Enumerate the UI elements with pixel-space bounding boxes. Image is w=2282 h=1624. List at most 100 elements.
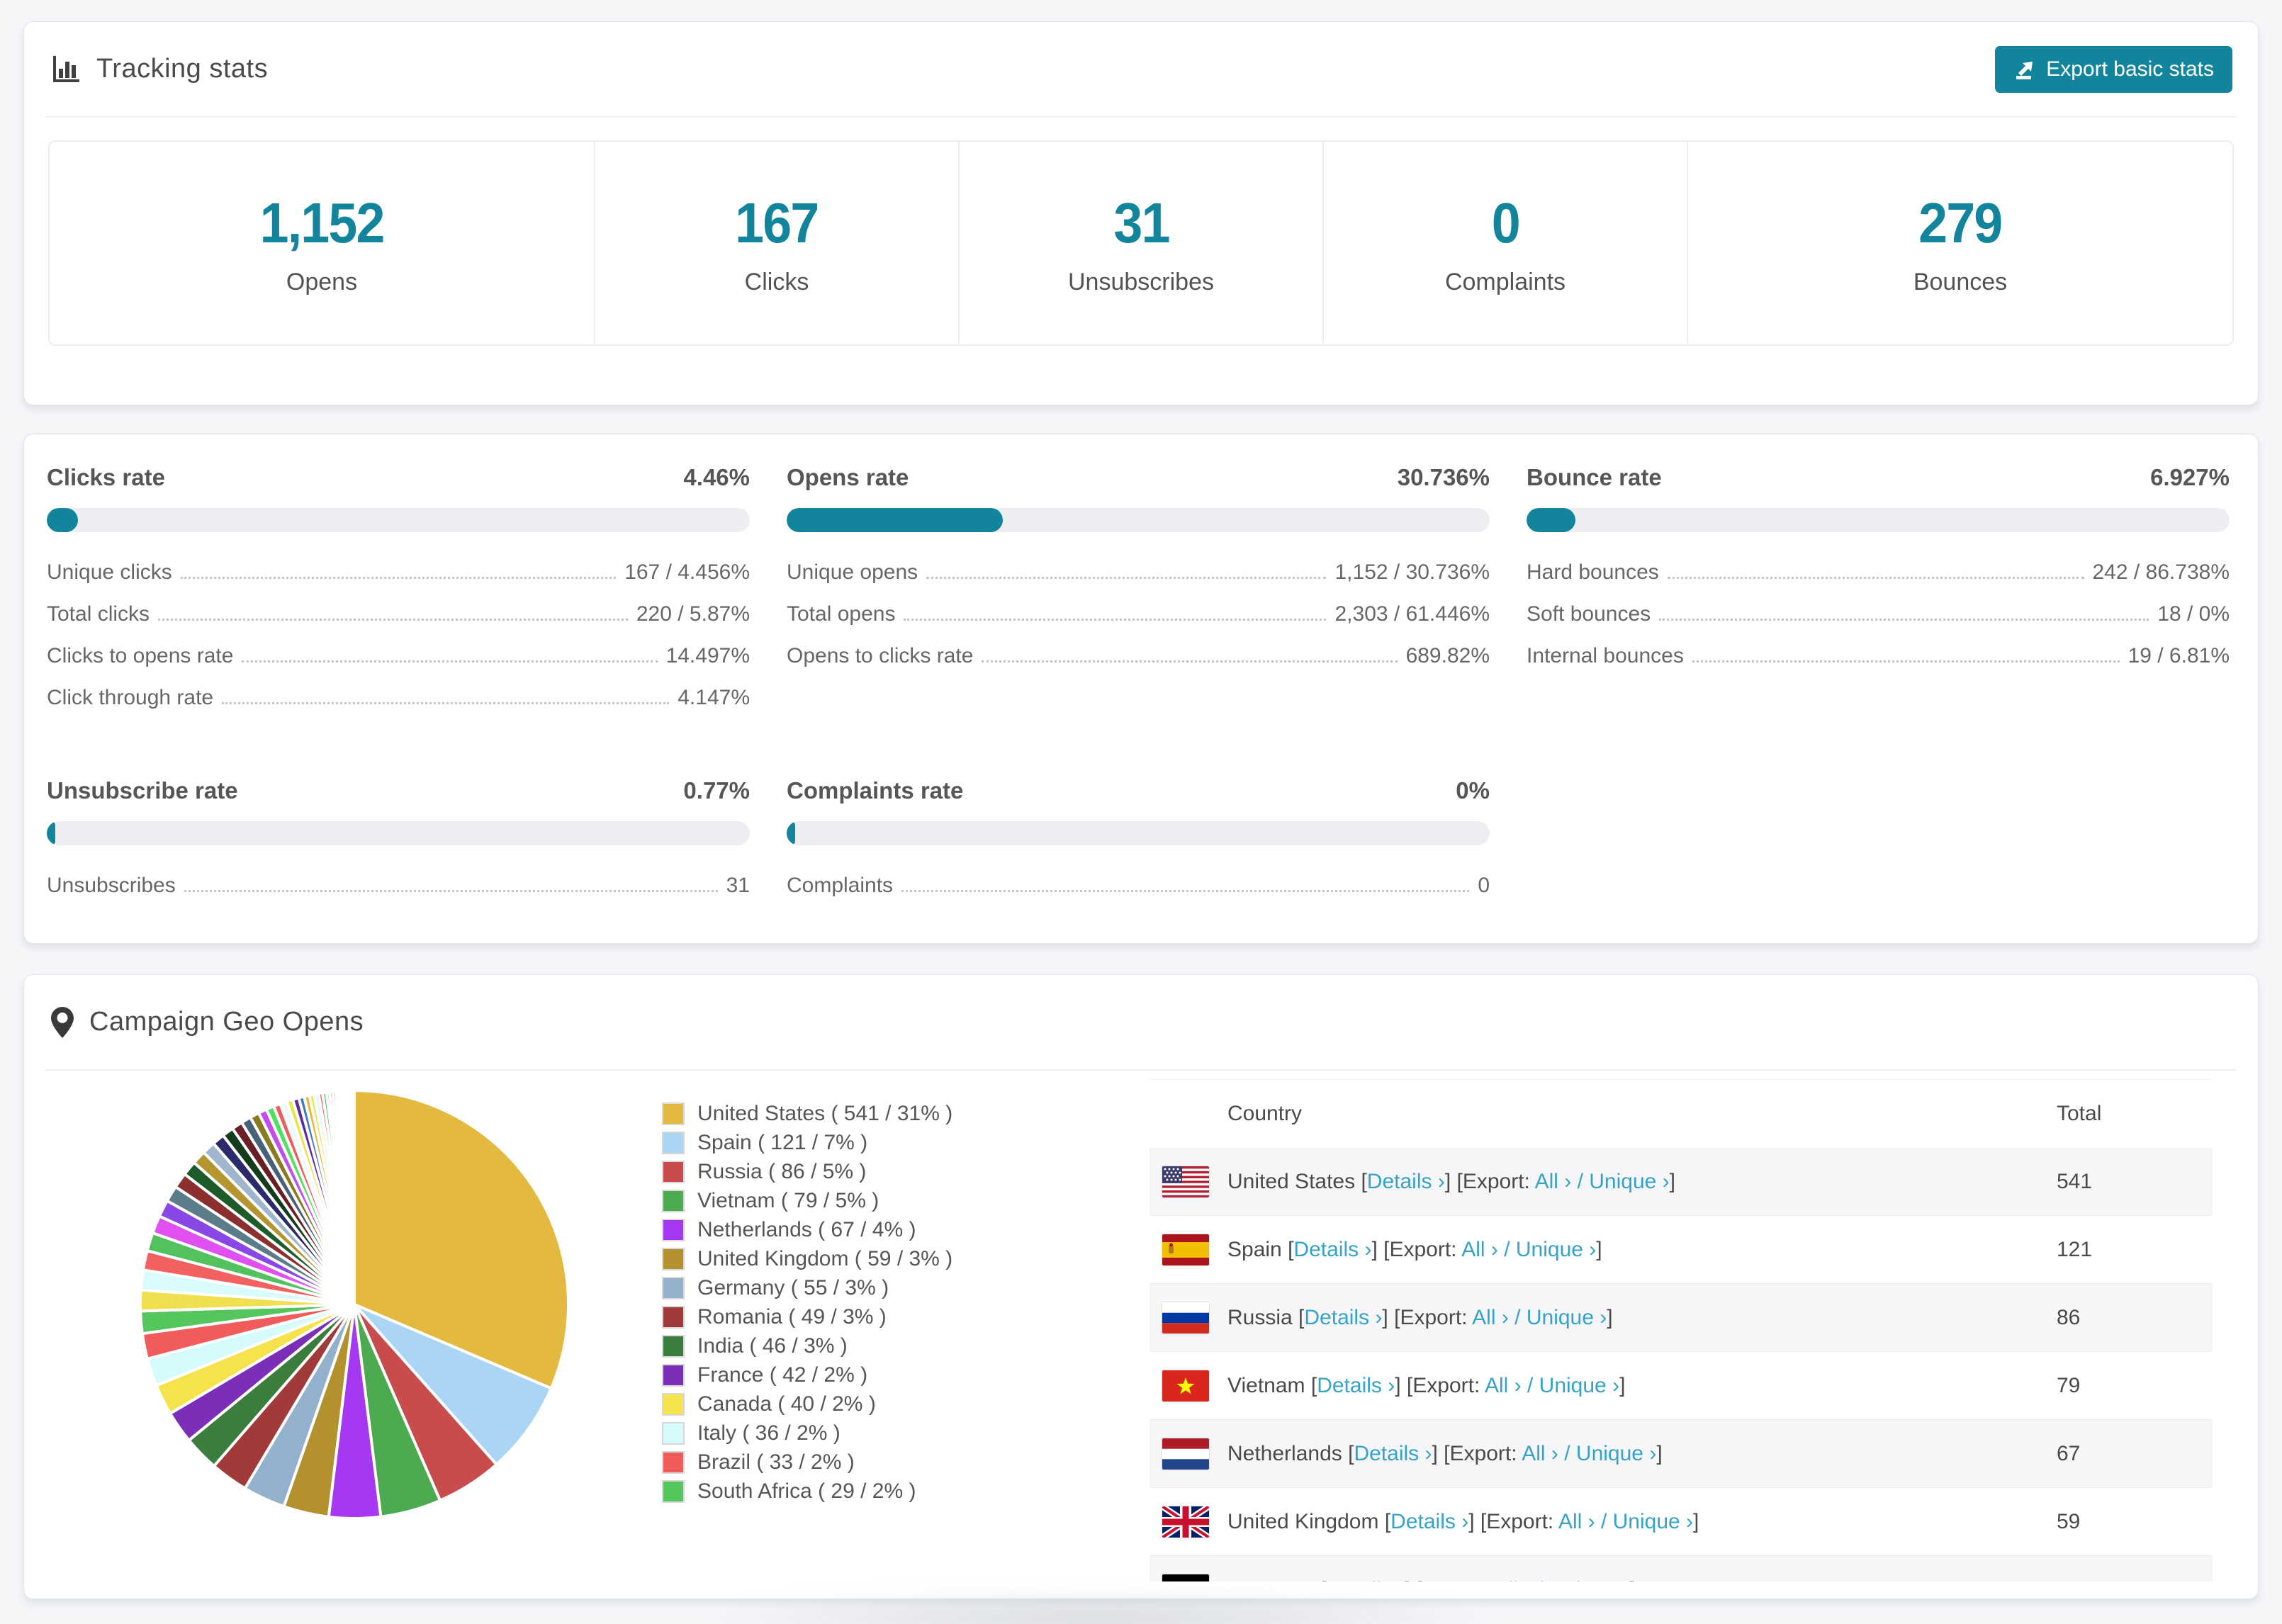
geo-table: Country Total United States [Details ›] …	[1150, 1079, 2213, 1581]
rate-value: 0.77%	[683, 777, 750, 803]
legend-label: United States ( 541 / 31% )	[697, 1101, 953, 1125]
legend-label: Netherlands ( 67 / 4% )	[697, 1217, 916, 1241]
rate-row: Clicks to opens rate 14.497%	[47, 644, 750, 667]
rate-block-opens-rate: Opens rate 30.736% Unique opens 1,152 / 30.…	[787, 464, 1490, 728]
rate-progress-fill	[787, 821, 795, 845]
rate-row-label: Opens to clicks rate	[787, 644, 974, 667]
rate-title: Clicks rate	[47, 464, 165, 490]
geo-card-header: Campaign Geo Opens	[45, 975, 2237, 1071]
export-unique-link[interactable]: Unique ›	[1549, 1578, 1629, 1582]
page-title: Tracking stats	[96, 54, 269, 84]
rate-block-bounce-rate: Bounce rate 6.927% Hard bounces 242 / 86.73…	[1527, 464, 2230, 728]
legend-item: United States ( 541 / 31% )	[662, 1099, 952, 1128]
rate-row: Internal bounces 19 / 6.81%	[1527, 644, 2230, 667]
legend-swatch	[662, 1305, 685, 1329]
us-flag-icon	[1162, 1166, 1209, 1197]
legend-item: Germany ( 55 / 3% )	[662, 1273, 952, 1302]
export-all-link[interactable]: All ›	[1472, 1306, 1509, 1329]
rate-row: Unique opens 1,152 / 30.736%	[787, 560, 1490, 584]
rate-rows: Unique clicks 167 / 4.456% Total clicks 220…	[47, 560, 750, 709]
details-link[interactable]: Details ›	[1390, 1510, 1468, 1533]
table-row-us: United States [Details ›] [Export: All ›…	[1150, 1148, 2213, 1216]
export-unique-link[interactable]: Unique ›	[1539, 1374, 1619, 1397]
export-prefix: [Export:	[1417, 1578, 1490, 1582]
dotted-leader	[1659, 617, 2149, 621]
export-basic-stats-button[interactable]: Export basic stats	[1995, 45, 2232, 93]
export-unique-link[interactable]: Unique ›	[1589, 1170, 1669, 1193]
rate-head: Unsubscribe rate 0.77%	[47, 777, 750, 804]
legend-item: Romania ( 49 / 3% )	[662, 1302, 952, 1331]
rate-row-label: Unique clicks	[47, 560, 172, 584]
legend-label: United Kingdom ( 59 / 3% )	[697, 1246, 953, 1270]
export-unique-link[interactable]: Unique ›	[1613, 1510, 1693, 1533]
rate-row-label: Unique opens	[787, 560, 918, 584]
geo-pie-chart	[136, 1086, 573, 1523]
total-cell: 55	[2057, 1578, 2080, 1582]
rate-progress-track	[787, 508, 1490, 532]
stat-label: Complaints	[1444, 268, 1566, 295]
stat-value: 279	[1918, 191, 2003, 254]
rate-row-value: 689.82%	[1405, 644, 1490, 667]
rate-value: 6.927%	[2150, 464, 2230, 490]
stat-value: 1,152	[259, 191, 385, 254]
export-all-link[interactable]: All ›	[1522, 1442, 1558, 1465]
rate-row: Total opens 2,303 / 61.446%	[787, 602, 1490, 626]
rate-row-value: 19 / 6.81%	[2128, 644, 2230, 667]
rate-rows: Complaints 0	[787, 874, 1490, 897]
legend-label: Spain ( 121 / 7% )	[697, 1130, 868, 1154]
rate-value: 4.46%	[683, 464, 750, 490]
details-link[interactable]: Details ›	[1367, 1170, 1445, 1193]
legend-swatch	[662, 1363, 685, 1387]
export-prefix: [Export:	[1394, 1305, 1468, 1329]
rate-row-label: Internal bounces	[1527, 644, 1684, 667]
legend-label: India ( 46 / 3% )	[697, 1333, 848, 1358]
rate-head: Complaints rate 0%	[787, 777, 1490, 804]
de-flag-icon	[1162, 1574, 1209, 1581]
rates-card: Clicks rate 4.46% Unique clicks 167 / 4.456…	[23, 434, 2259, 944]
export-unique-link[interactable]: Unique ›	[1527, 1306, 1607, 1329]
rate-row-label: Soft bounces	[1527, 602, 1651, 626]
rate-title: Bounce rate	[1527, 464, 1662, 490]
details-link[interactable]: Details ›	[1327, 1578, 1405, 1582]
rates-grid: Clicks rate 4.46% Unique clicks 167 / 4.456…	[24, 434, 2258, 915]
details-link[interactable]: Details ›	[1317, 1374, 1395, 1397]
nl-flag-icon	[1162, 1438, 1209, 1470]
es-flag-icon	[1162, 1234, 1209, 1265]
rate-row-label: Total opens	[787, 602, 896, 626]
details-link[interactable]: Details ›	[1304, 1306, 1382, 1329]
legend-swatch	[662, 1276, 685, 1299]
dotted-leader	[222, 701, 670, 704]
total-cell: 59	[2057, 1509, 2081, 1533]
rate-row-value: 31	[726, 874, 750, 897]
country-cell: Russia [Details ›] [Export: All › / Uniq…	[1227, 1305, 1613, 1329]
dotted-leader	[242, 659, 658, 662]
table-row-es: Spain [Details ›] [Export: All › / Uniqu…	[1150, 1216, 2213, 1284]
export-all-link[interactable]: All ›	[1485, 1374, 1522, 1397]
dotted-leader	[158, 617, 628, 621]
rate-row: Opens to clicks rate 689.82%	[787, 644, 1490, 667]
rate-progress-fill	[47, 821, 55, 845]
legend-swatch	[662, 1450, 685, 1474]
legend-swatch	[662, 1334, 685, 1358]
legend-item: United Kingdom ( 59 / 3% )	[662, 1244, 952, 1273]
export-all-link[interactable]: All ›	[1558, 1510, 1595, 1533]
rate-block-unsubscribe-rate: Unsubscribe rate 0.77% Unsubscribes 31	[47, 777, 750, 915]
ru-flag-icon	[1162, 1302, 1209, 1333]
details-link[interactable]: Details ›	[1354, 1442, 1432, 1465]
legend-swatch	[662, 1131, 685, 1154]
rate-row: Hard bounces 242 / 86.738%	[1527, 560, 2230, 584]
export-unique-link[interactable]: Unique ›	[1576, 1442, 1656, 1465]
details-link[interactable]: Details ›	[1293, 1238, 1371, 1261]
export-unique-link[interactable]: Unique ›	[1516, 1238, 1596, 1261]
rate-row-label: Total clicks	[47, 602, 150, 626]
legend-swatch	[662, 1479, 685, 1503]
total-cell: 86	[2057, 1305, 2081, 1329]
export-all-link[interactable]: All ›	[1535, 1170, 1572, 1193]
export-all-link[interactable]: All ›	[1461, 1238, 1498, 1261]
export-prefix: [Export:	[1406, 1373, 1480, 1397]
legend-swatch	[662, 1421, 685, 1445]
export-all-link[interactable]: All ›	[1495, 1578, 1531, 1582]
geo-content: United States ( 541 / 31% ) Spain ( 121 /…	[24, 1071, 2258, 1598]
dotted-leader	[184, 889, 718, 892]
country-cell: Netherlands [Details ›] [Export: All › /…	[1227, 1441, 1663, 1465]
